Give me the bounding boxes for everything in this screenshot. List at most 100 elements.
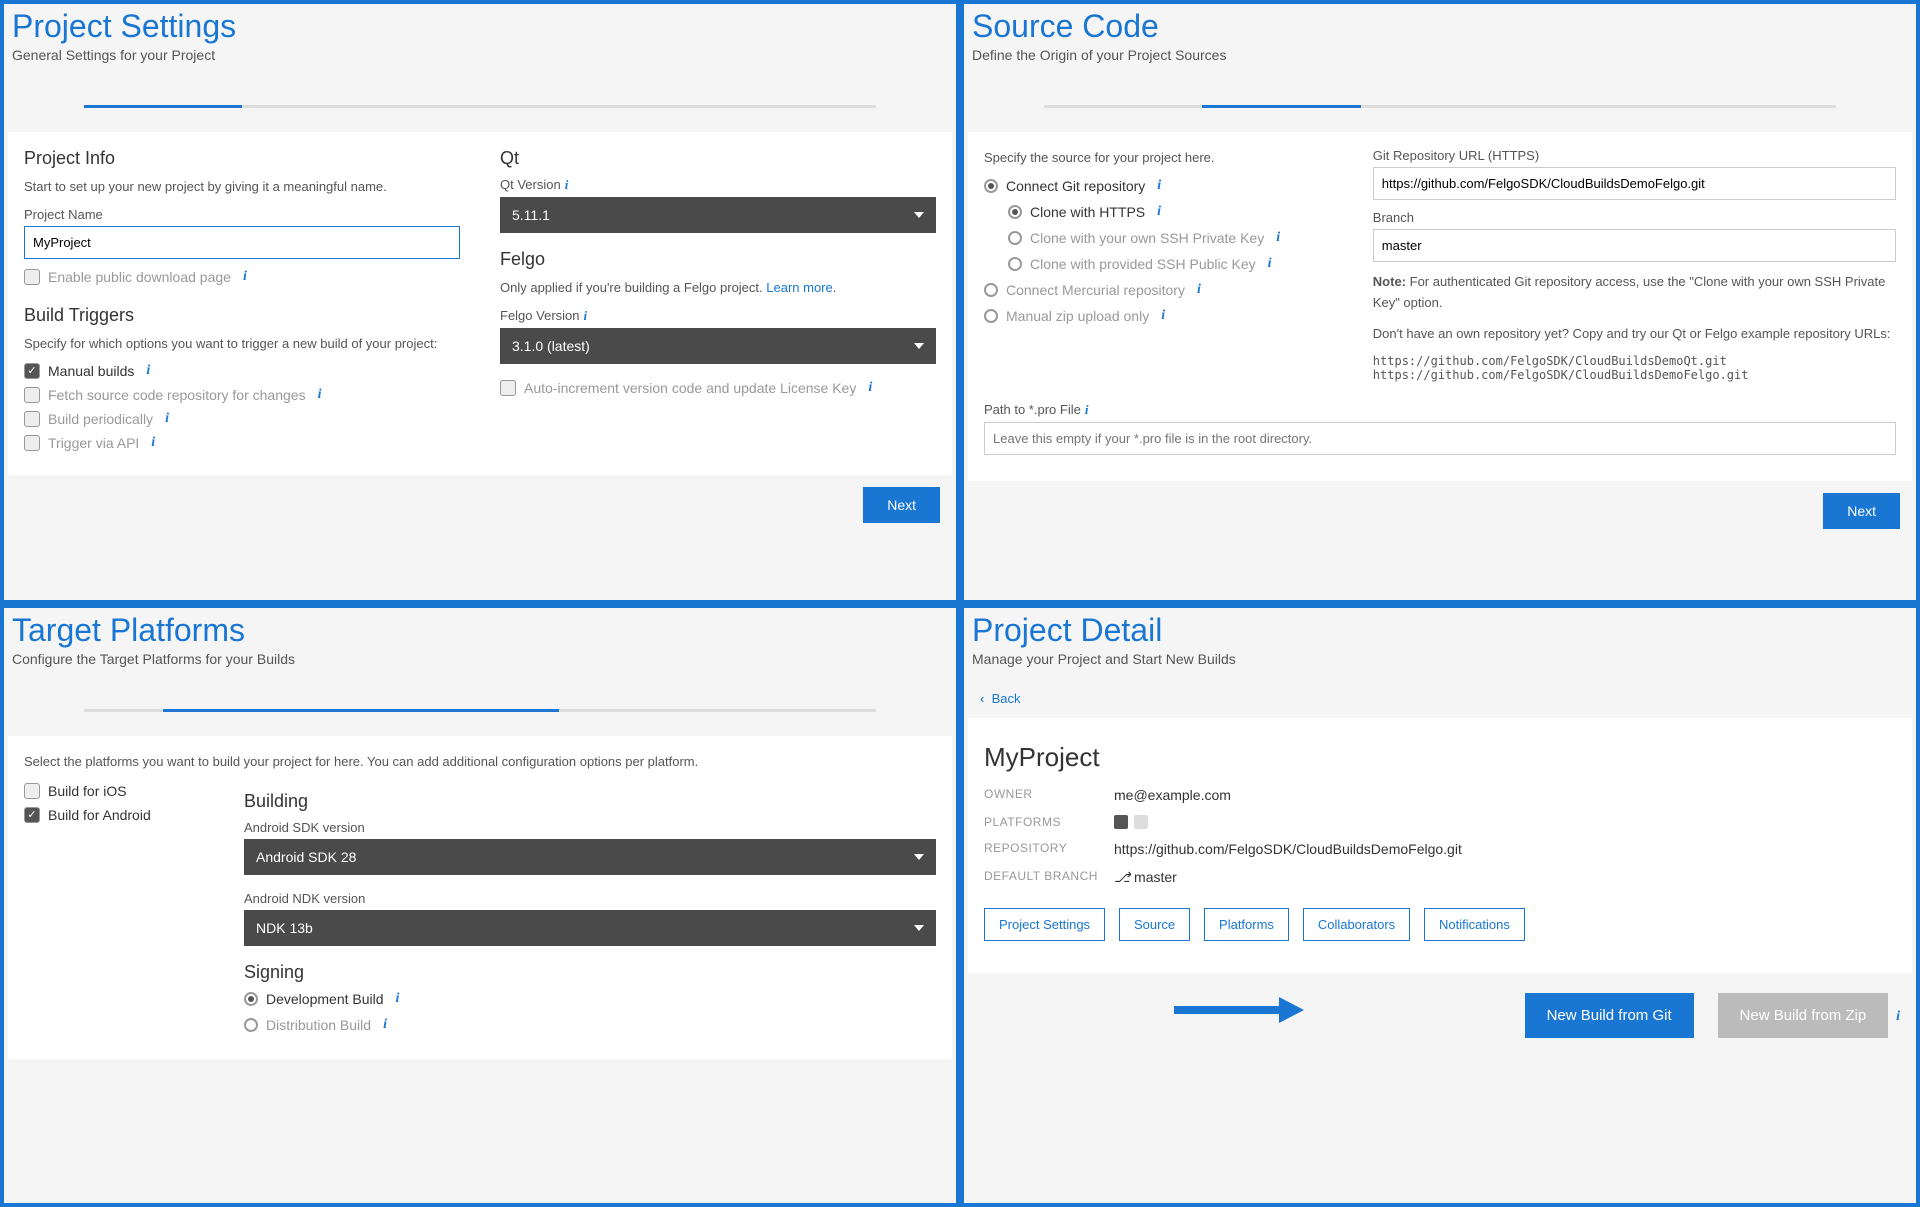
info-icon[interactable]: i — [565, 177, 569, 192]
public-download-label: Enable public download page — [48, 269, 231, 285]
build-ios-checkbox[interactable] — [24, 783, 40, 799]
qt-version-label: Qt Versioni — [500, 177, 936, 193]
info-icon[interactable]: i — [396, 991, 400, 1007]
target-platforms-subtitle: Configure the Target Platforms for your … — [4, 649, 956, 679]
info-icon[interactable]: i — [1197, 282, 1201, 298]
wizard-progress — [84, 709, 876, 712]
fetch-label: Fetch source code repository for changes — [48, 387, 306, 403]
ndk-label: Android NDK version — [244, 891, 936, 906]
clone-ssh-key-radio[interactable] — [1008, 231, 1022, 245]
repo-key: REPOSITORY — [984, 841, 1114, 857]
manual-builds-checkbox[interactable] — [24, 363, 40, 379]
api-label: Trigger via API — [48, 435, 139, 451]
new-build-zip-button[interactable]: New Build from Zip — [1718, 993, 1889, 1038]
public-download-checkbox[interactable] — [24, 269, 40, 285]
info-icon[interactable]: i — [151, 435, 155, 451]
clone-ssh-pub-radio[interactable] — [1008, 257, 1022, 271]
info-icon[interactable]: i — [383, 1017, 387, 1033]
info-icon[interactable]: i — [1268, 256, 1272, 272]
tab-project-settings[interactable]: Project Settings — [984, 908, 1105, 941]
learn-more-link[interactable]: Learn more — [766, 280, 832, 295]
info-icon[interactable]: i — [1896, 1009, 1900, 1024]
connect-hg-label: Connect Mercurial repository — [1006, 282, 1185, 298]
info-icon[interactable]: i — [165, 411, 169, 427]
project-settings-subtitle: General Settings for your Project — [4, 45, 956, 75]
build-ios-label: Build for iOS — [48, 783, 127, 799]
project-settings-title: Project Settings — [4, 4, 956, 45]
project-name-label: Project Name — [24, 207, 460, 222]
ndk-select[interactable]: NDK 13b — [244, 910, 936, 946]
felgo-version-label: Felgo Versioni — [500, 308, 936, 324]
connect-git-label: Connect Git repository — [1006, 178, 1145, 194]
project-name: MyProject — [984, 734, 1896, 781]
info-icon[interactable]: i — [1276, 230, 1280, 246]
info-icon[interactable]: i — [1161, 308, 1165, 324]
auto-increment-label: Auto-increment version code and update L… — [524, 380, 856, 396]
manual-zip-label: Manual zip upload only — [1006, 308, 1149, 324]
source-code-title: Source Code — [964, 4, 1916, 45]
build-triggers-heading: Build Triggers — [24, 305, 460, 326]
wizard-progress — [1044, 105, 1836, 108]
info-icon[interactable]: i — [1157, 178, 1161, 194]
back-link[interactable]: ‹ Back — [964, 679, 1036, 718]
sdk-label: Android SDK version — [244, 820, 936, 835]
project-detail-panel: Project Detail Manage your Project and S… — [960, 604, 1920, 1207]
specify-source-label: Specify the source for your project here… — [984, 148, 1333, 168]
periodic-checkbox[interactable] — [24, 411, 40, 427]
api-checkbox[interactable] — [24, 435, 40, 451]
felgo-heading: Felgo — [500, 249, 936, 270]
next-button[interactable]: Next — [863, 487, 940, 523]
periodic-label: Build periodically — [48, 411, 153, 427]
pro-path-label: Path to *.pro Filei — [984, 402, 1896, 418]
fetch-checkbox[interactable] — [24, 387, 40, 403]
branch-key: DEFAULT BRANCH — [984, 869, 1114, 886]
manual-builds-label: Manual builds — [48, 363, 134, 379]
next-button[interactable]: Next — [1823, 493, 1900, 529]
project-detail-title: Project Detail — [964, 608, 1916, 649]
sdk-select[interactable]: Android SDK 28 — [244, 839, 936, 875]
info-icon[interactable]: i — [1157, 204, 1161, 220]
info-icon[interactable]: i — [318, 387, 322, 403]
tab-source[interactable]: Source — [1119, 908, 1190, 941]
clone-https-label: Clone with HTTPS — [1030, 204, 1145, 220]
clone-ssh-pub-label: Clone with provided SSH Public Key — [1030, 256, 1256, 272]
info-icon[interactable]: i — [868, 380, 872, 396]
apple-icon — [1134, 815, 1148, 829]
auth-note: Note: For authenticated Git repository a… — [1373, 272, 1896, 314]
connect-hg-radio[interactable] — [984, 283, 998, 297]
auto-increment-checkbox[interactable] — [500, 380, 516, 396]
owner-key: OWNER — [984, 787, 1114, 803]
project-info-heading: Project Info — [24, 148, 460, 169]
source-code-subtitle: Define the Origin of your Project Source… — [964, 45, 1916, 75]
no-repo-text: Don't have an own repository yet? Copy a… — [1373, 324, 1896, 345]
connect-git-radio[interactable] — [984, 179, 998, 193]
tab-notifications[interactable]: Notifications — [1424, 908, 1525, 941]
dev-build-label: Development Build — [266, 991, 384, 1007]
build-android-checkbox[interactable] — [24, 807, 40, 823]
tab-collaborators[interactable]: Collaborators — [1303, 908, 1410, 941]
info-icon[interactable]: i — [146, 363, 150, 379]
dist-build-label: Distribution Build — [266, 1017, 371, 1033]
clone-https-radio[interactable] — [1008, 205, 1022, 219]
dist-build-radio[interactable] — [244, 1018, 258, 1032]
branch-label: Branch — [1373, 210, 1896, 225]
branch-value: ⎇ master — [1114, 869, 1177, 886]
arrow-icon — [1174, 995, 1304, 1025]
felgo-version-select[interactable]: 3.1.0 (latest) — [500, 328, 936, 364]
tab-platforms[interactable]: Platforms — [1204, 908, 1289, 941]
manual-zip-radio[interactable] — [984, 309, 998, 323]
branch-input[interactable] — [1373, 229, 1896, 262]
git-url-input[interactable] — [1373, 167, 1896, 200]
info-icon[interactable]: i — [584, 308, 588, 323]
project-name-input[interactable] — [24, 226, 460, 259]
project-info-helper: Start to set up your new project by givi… — [24, 177, 460, 197]
qt-version-select[interactable]: 5.11.1 — [500, 197, 936, 233]
dev-build-radio[interactable] — [244, 992, 258, 1006]
example-url-2: https://github.com/FelgoSDK/CloudBuildsD… — [1373, 368, 1896, 382]
pro-path-input[interactable] — [984, 422, 1896, 455]
info-icon[interactable]: i — [243, 269, 247, 285]
info-icon[interactable]: i — [1085, 402, 1089, 417]
signing-heading: Signing — [244, 962, 936, 983]
project-settings-panel: Project Settings General Settings for yo… — [0, 0, 960, 604]
new-build-git-button[interactable]: New Build from Git — [1525, 993, 1694, 1038]
